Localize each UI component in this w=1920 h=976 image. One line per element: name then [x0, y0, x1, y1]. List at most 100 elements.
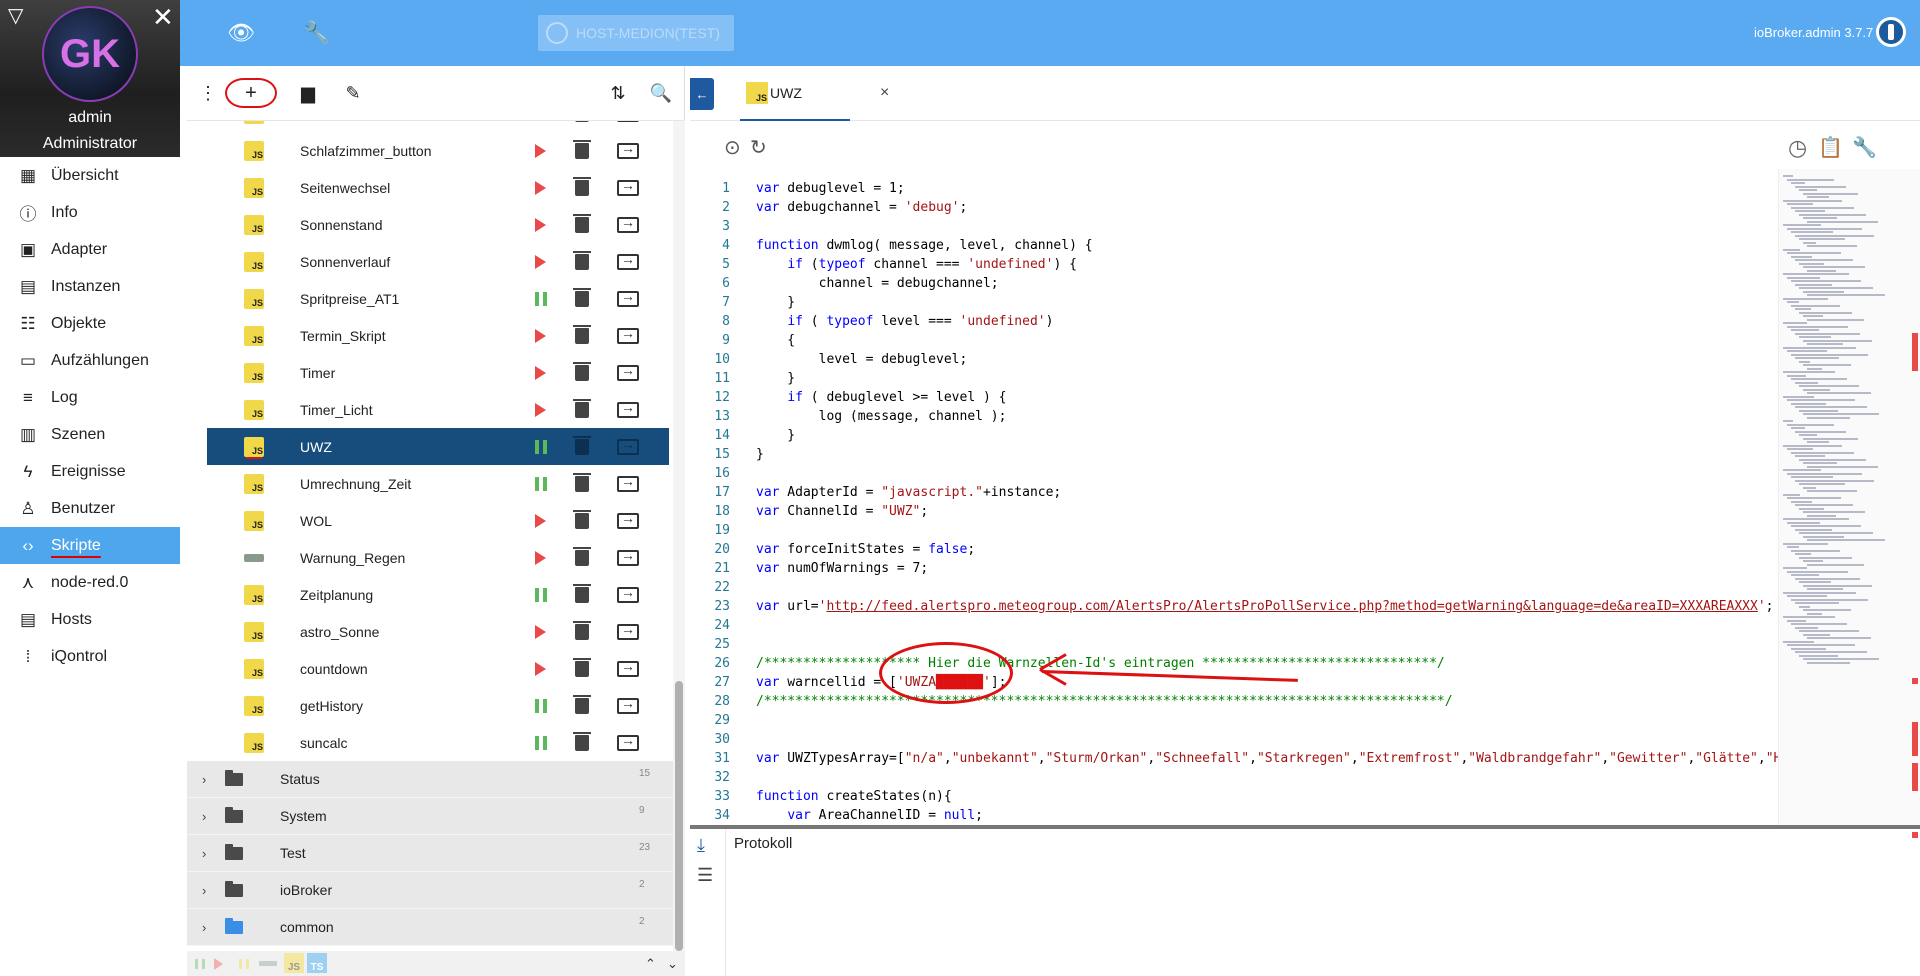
script-row[interactable]: JS countdown [207, 650, 669, 687]
play-icon[interactable] [535, 513, 546, 528]
folder-row[interactable]: › ioBroker 2 [187, 872, 673, 909]
script-row[interactable]: JS Sonnenverlauf [207, 243, 669, 280]
sidebar-item-ereignisse[interactable]: ϟ Ereignisse [0, 453, 180, 490]
folder-row[interactable]: › System 9 [187, 798, 673, 835]
menu-toggle-icon[interactable]: ▽ [8, 6, 23, 26]
script-row[interactable]: JS Timer [207, 354, 669, 391]
export-icon[interactable] [617, 584, 639, 603]
play-icon[interactable] [535, 365, 546, 380]
play-all-icon[interactable] [214, 957, 223, 970]
sidebar-item-iqontrol[interactable]: ⁞ iQontrol [0, 638, 180, 675]
play-icon[interactable] [535, 143, 546, 158]
code-editor[interactable]: 1 var debuglevel = 1; 2 var debugchannel = … [690, 169, 1778, 825]
script-row[interactable]: JS Pollen [207, 121, 669, 132]
trash-icon[interactable] [573, 176, 591, 196]
trash-icon[interactable] [573, 139, 591, 159]
scroll-down-icon[interactable]: ⤓ [697, 835, 705, 856]
script-row[interactable]: JS Schlafzimmer_button [207, 132, 669, 169]
back-button[interactable]: ← [690, 78, 714, 110]
trash-icon[interactable] [573, 620, 591, 640]
wrench-settings-icon[interactable]: 🔧 [1852, 135, 1877, 160]
expand-all-icon[interactable]: ⌄ [667, 956, 678, 972]
script-row[interactable]: JS UWZ [207, 428, 669, 465]
script-row[interactable]: JS getHistory [207, 687, 669, 724]
js-filter-icon[interactable]: JS [284, 953, 304, 973]
scrollbar-thumb[interactable] [675, 681, 683, 951]
script-row[interactable]: JS Spritpreise_AT1 [207, 280, 669, 317]
trash-icon[interactable] [573, 435, 591, 455]
script-row[interactable]: JS Umrechnung_Zeit [207, 465, 669, 502]
pause-icon[interactable] [535, 291, 547, 306]
pause-icon[interactable] [535, 439, 547, 454]
play-icon[interactable] [535, 180, 546, 195]
export-icon[interactable] [617, 288, 639, 307]
clock-icon[interactable]: ◷ [1788, 135, 1807, 161]
script-row[interactable]: JS Zeitplanung [207, 576, 669, 613]
trash-icon[interactable] [573, 324, 591, 344]
chevron-right-icon[interactable]: › [202, 772, 206, 787]
scripts-scrollbar[interactable] [673, 121, 685, 951]
folder-row[interactable]: › common 2 [187, 909, 673, 946]
close-icon[interactable]: ✕ [152, 4, 174, 30]
sidebar-item-info[interactable]: ⓘ Info [0, 194, 180, 231]
script-row[interactable]: Warnung_Regen [207, 539, 669, 576]
play-icon[interactable] [535, 402, 546, 417]
trash-icon[interactable] [573, 731, 591, 751]
trash-icon[interactable] [573, 250, 591, 270]
chevron-right-icon[interactable]: › [202, 846, 206, 861]
export-icon[interactable] [617, 214, 639, 233]
play-icon[interactable] [535, 254, 546, 269]
trash-icon[interactable] [573, 472, 591, 492]
code-minimap[interactable] [1778, 169, 1920, 825]
chevron-right-icon[interactable]: › [202, 883, 206, 898]
eye-icon[interactable]: 👁 [227, 20, 255, 46]
sidebar-item-aufzählungen[interactable]: ▭ Aufzählungen [0, 342, 180, 379]
export-icon[interactable] [617, 325, 639, 344]
export-icon[interactable] [617, 121, 639, 122]
refresh-icon[interactable]: ↻ [750, 135, 767, 160]
script-row[interactable]: JS Seitenwechsel [207, 169, 669, 206]
search-button[interactable]: 🔍 [648, 78, 674, 108]
sidebar-item-benutzer[interactable]: ♙ Benutzer [0, 490, 180, 527]
trash-icon[interactable] [573, 361, 591, 381]
pause-icon[interactable] [535, 698, 547, 713]
export-icon[interactable] [617, 473, 639, 492]
wrench-icon[interactable]: 🔧 [303, 20, 330, 46]
play-icon[interactable] [535, 550, 546, 565]
script-row[interactable]: JS WOL [207, 502, 669, 539]
pause-filter-icon[interactable] [239, 958, 249, 969]
sidebar-item-szenen[interactable]: ▥ Szenen [0, 416, 180, 453]
folder-row[interactable]: › Test 23 [187, 835, 673, 872]
add-script-button[interactable]: + [225, 78, 277, 108]
sidebar-item-objekte[interactable]: ☷ Objekte [0, 305, 180, 342]
export-icon[interactable] [617, 621, 639, 640]
sidebar-item-adapter[interactable]: ▣ Adapter [0, 231, 180, 268]
blockly-filter-icon[interactable] [259, 961, 277, 966]
trash-icon[interactable] [573, 546, 591, 566]
export-icon[interactable] [617, 436, 639, 455]
trash-icon[interactable] [575, 121, 589, 122]
sidebar-item-instanzen[interactable]: ▤ Instanzen [0, 268, 180, 305]
pause-icon[interactable] [535, 587, 547, 602]
close-tab-icon[interactable]: × [880, 84, 889, 102]
ts-filter-icon[interactable]: TS [307, 953, 327, 973]
export-icon[interactable] [617, 251, 639, 270]
more-vert-icon[interactable]: ⋮ [199, 78, 217, 108]
folder-row[interactable]: › Status 15 [187, 761, 673, 798]
tab-uwz[interactable]: JS UWZ × [740, 66, 889, 121]
sidebar-item-hosts[interactable]: ▤ Hosts [0, 601, 180, 638]
clipboard-icon[interactable]: 📋 [1818, 135, 1843, 160]
host-button[interactable]: HOST-MEDION(TEST) [538, 15, 734, 51]
script-row[interactable]: JS suncalc [207, 724, 669, 761]
edit-button[interactable]: ✎ [340, 78, 366, 108]
trash-icon[interactable] [573, 694, 591, 714]
sidebar-item-log[interactable]: ≡ Log [0, 379, 180, 416]
locate-icon[interactable]: ⊙ [724, 135, 741, 160]
list-icon[interactable]: ☰ [697, 865, 713, 886]
sort-button[interactable]: ⇅ [605, 78, 631, 108]
pause-all-icon[interactable] [195, 958, 205, 969]
script-row[interactable]: JS astro_Sonne [207, 613, 669, 650]
trash-icon[interactable] [573, 287, 591, 307]
export-icon[interactable] [617, 547, 639, 566]
script-row[interactable]: JS Sonnenstand [207, 206, 669, 243]
